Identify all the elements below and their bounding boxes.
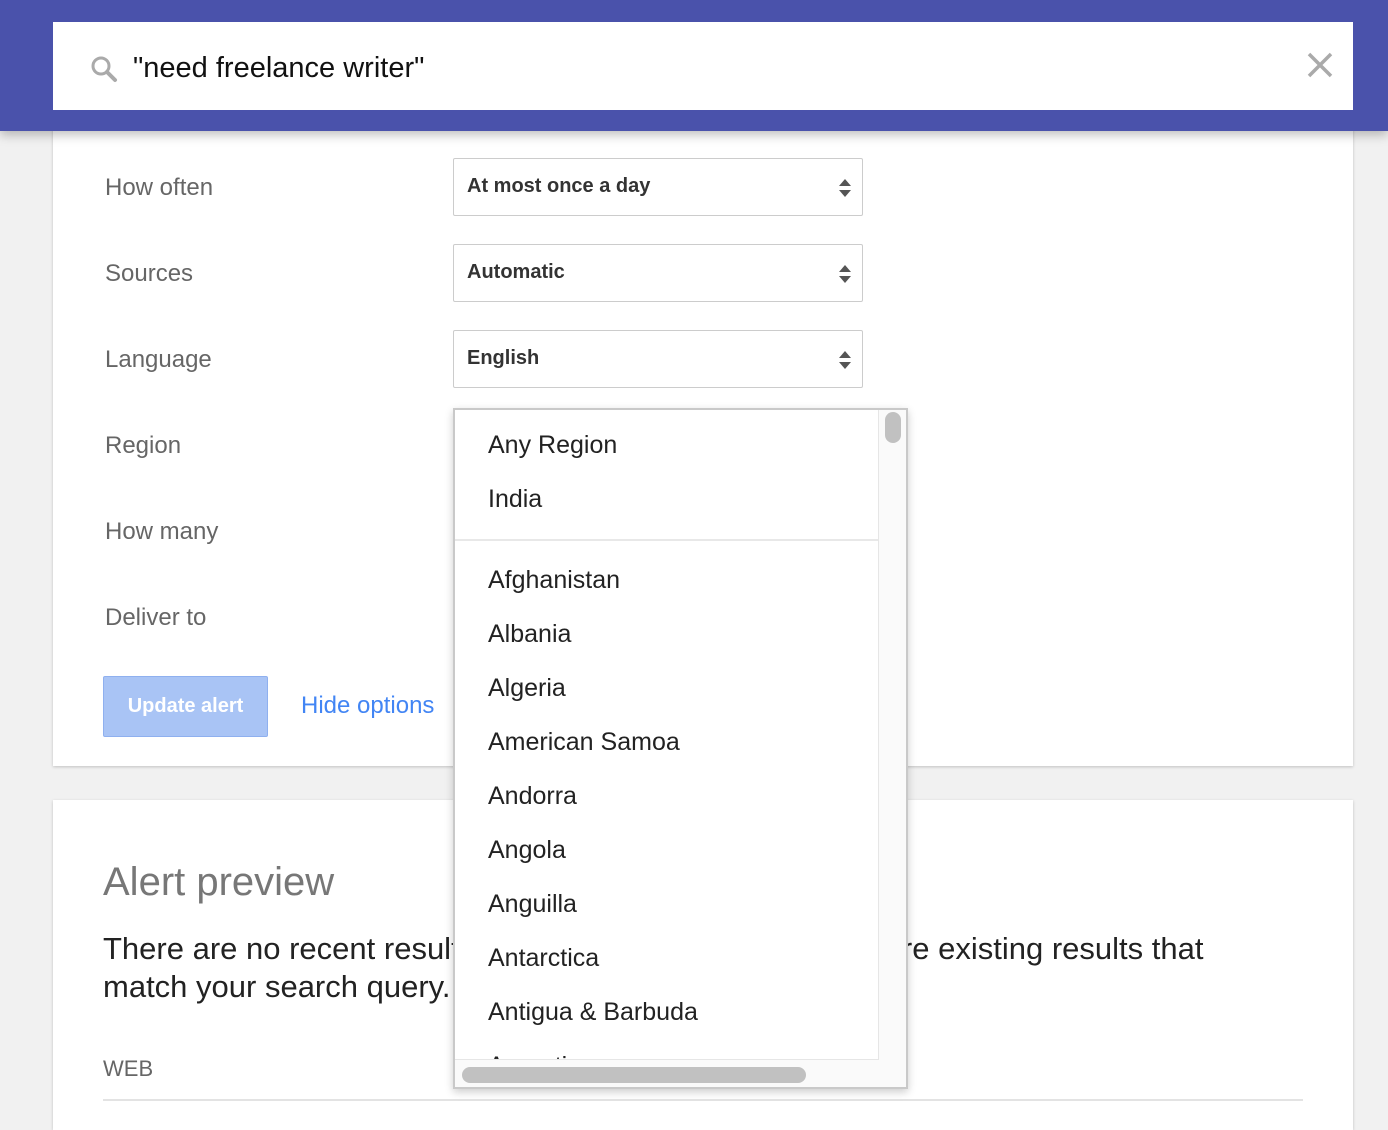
how-often-select[interactable]: At most once a day (453, 158, 863, 216)
region-option[interactable]: Antarctica (455, 931, 878, 985)
horizontal-scroll-thumb[interactable] (462, 1067, 806, 1083)
vertical-scroll-thumb[interactable] (885, 412, 901, 443)
region-label: Region (105, 432, 182, 459)
search-box[interactable]: "need freelance writer" (53, 22, 1353, 110)
region-option[interactable]: Afghanistan (455, 553, 878, 607)
region-option[interactable]: Albania (455, 607, 878, 661)
search-query[interactable]: "need freelance writer" (133, 52, 424, 85)
region-option[interactable]: Antigua & Barbuda (455, 985, 878, 1039)
sort-arrows-icon (839, 351, 851, 369)
vertical-scrollbar[interactable] (879, 410, 906, 1060)
sources-label: Sources (105, 260, 194, 287)
divider (103, 1099, 1303, 1101)
sources-value: Automatic (467, 261, 565, 283)
preview-title: Alert preview (103, 860, 335, 904)
region-option[interactable]: American Samoa (455, 715, 878, 769)
how-often-value: At most once a day (467, 175, 651, 197)
region-option-india[interactable]: India (455, 472, 878, 526)
sort-arrows-icon (839, 179, 851, 197)
region-option[interactable]: Argentina (455, 1039, 878, 1059)
language-value: English (467, 347, 540, 369)
web-section-label: WEB (103, 1056, 154, 1081)
sort-arrows-icon (839, 265, 851, 283)
update-alert-button[interactable]: Update alert (103, 676, 268, 737)
hide-options-link[interactable]: Hide options (301, 692, 434, 720)
close-icon[interactable] (1305, 50, 1335, 80)
region-options-list[interactable]: Any Region India Afghanistan Albania Alg… (455, 410, 879, 1060)
region-option-any[interactable]: Any Region (455, 418, 878, 472)
region-dropdown[interactable]: Any Region India Afghanistan Albania Alg… (453, 408, 908, 1089)
region-option[interactable]: Algeria (455, 661, 878, 715)
deliver-to-label: Deliver to (105, 604, 207, 631)
option-separator (455, 539, 878, 541)
header-bar: "need freelance writer" (0, 0, 1388, 131)
how-often-label: How often (105, 174, 214, 201)
search-icon (91, 56, 117, 82)
region-option[interactable]: Andorra (455, 769, 878, 823)
language-label: Language (105, 346, 212, 373)
region-option[interactable]: Angola (455, 823, 878, 877)
how-many-label: How many (105, 518, 219, 545)
region-option[interactable]: Anguilla (455, 877, 878, 931)
language-select[interactable]: English (453, 330, 863, 388)
sources-select[interactable]: Automatic (453, 244, 863, 302)
